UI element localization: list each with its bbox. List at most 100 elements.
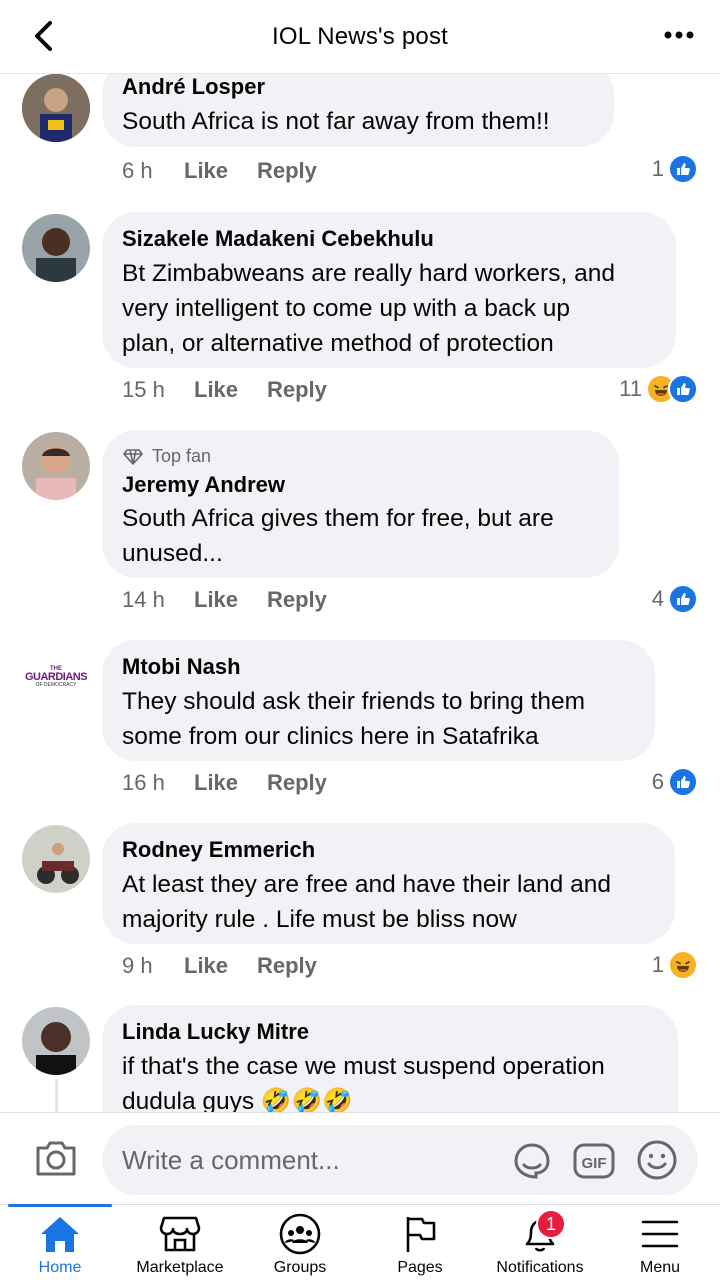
nav-label: Groups bbox=[273, 1259, 327, 1276]
comment-text: South Africa is not far away from them!! bbox=[122, 108, 550, 135]
smiley-icon bbox=[637, 1140, 677, 1180]
like-reaction-icon bbox=[668, 584, 698, 614]
comment-bubble: Mtobi Nash They should ask their friends… bbox=[102, 640, 655, 761]
like-button[interactable]: Like bbox=[194, 770, 267, 796]
nav-label: Marketplace bbox=[136, 1259, 224, 1276]
avatar[interactable] bbox=[22, 1007, 90, 1075]
comment-time: 6 h bbox=[122, 158, 153, 183]
reaction-summary[interactable]: 1 bbox=[652, 950, 698, 980]
avatar[interactable] bbox=[22, 432, 90, 500]
comment-bubble: Linda Lucky Mitre if that's the case we … bbox=[102, 1005, 678, 1112]
marketplace-icon bbox=[158, 1213, 202, 1255]
page-title: IOL News's post bbox=[271, 22, 449, 50]
bottom-navigation: Home Marketplace Groups Pages 1 Notifica… bbox=[0, 1204, 720, 1280]
comment-actions: 6 h Like Reply bbox=[122, 158, 317, 184]
reply-button[interactable]: Reply bbox=[257, 158, 317, 184]
active-tab-indicator bbox=[8, 1204, 112, 1207]
hamburger-menu-icon bbox=[638, 1213, 682, 1255]
more-dots-icon bbox=[664, 31, 694, 39]
camera-icon bbox=[36, 1141, 76, 1176]
comment-actions: 9 h Like Reply bbox=[122, 953, 317, 979]
nav-menu[interactable]: Menu bbox=[600, 1205, 720, 1280]
comment-time: 9 h bbox=[122, 953, 153, 978]
comment-input-placeholder: Write a comment... bbox=[122, 1145, 340, 1175]
comment-bubble: Top fan Jeremy Andrew South Africa gives… bbox=[102, 430, 619, 578]
chevron-left-icon bbox=[35, 21, 52, 51]
like-button[interactable]: Like bbox=[194, 377, 267, 403]
post-header: IOL News's post bbox=[0, 0, 720, 74]
reply-button[interactable]: Reply bbox=[267, 587, 327, 613]
commenter-name[interactable]: André Losper bbox=[122, 74, 265, 100]
commenter-name[interactable]: Sizakele Madakeni Cebekhulu bbox=[122, 226, 434, 252]
sticker-button[interactable] bbox=[510, 1139, 554, 1183]
comment-text: They should ask their friends to bring t… bbox=[122, 688, 586, 715]
nav-label: Pages bbox=[397, 1259, 443, 1276]
commenter-name[interactable]: Jeremy Andrew bbox=[122, 472, 285, 498]
comment-time: 14 h bbox=[122, 587, 165, 612]
commenter-name[interactable]: Rodney Emmerich bbox=[122, 837, 315, 863]
comment-composer: Write a comment... GIF bbox=[0, 1112, 720, 1204]
avatar[interactable]: THE GUARDIANS OF DEMOCRACY bbox=[22, 644, 90, 712]
comment-time: 15 h bbox=[122, 377, 165, 402]
pages-flag-icon bbox=[398, 1213, 442, 1255]
diamond-icon bbox=[123, 448, 143, 465]
back-button[interactable] bbox=[26, 18, 60, 54]
nav-notifications[interactable]: 1 Notifications bbox=[480, 1205, 600, 1280]
nav-groups[interactable]: Groups bbox=[240, 1205, 360, 1280]
top-fan-badge: Top fan bbox=[122, 446, 211, 467]
comment-text: plan, or alternative method of protectio… bbox=[122, 330, 554, 357]
like-reaction-icon bbox=[668, 767, 698, 797]
nav-home[interactable]: Home bbox=[0, 1204, 120, 1280]
comment-text: dudula guys 🤣🤣🤣 bbox=[122, 1088, 353, 1112]
avatar[interactable] bbox=[22, 214, 90, 282]
comment-input[interactable]: Write a comment... GIF bbox=[102, 1125, 698, 1195]
more-options-button[interactable] bbox=[664, 25, 694, 45]
reaction-count: 1 bbox=[651, 156, 664, 181]
gif-button[interactable]: GIF bbox=[572, 1141, 616, 1181]
comment-time: 16 h bbox=[122, 770, 165, 795]
sticker-icon bbox=[514, 1143, 550, 1179]
nav-label: Menu bbox=[639, 1259, 681, 1276]
like-button[interactable]: Like bbox=[194, 587, 267, 613]
comment-actions: 16 h Like Reply bbox=[122, 770, 327, 796]
svg-text:GIF: GIF bbox=[582, 1155, 607, 1172]
home-icon bbox=[38, 1213, 82, 1255]
notification-badge: 1 bbox=[536, 1209, 566, 1239]
emoji-button[interactable] bbox=[636, 1139, 678, 1181]
avatar[interactable] bbox=[22, 74, 90, 142]
comment-bubble: Rodney Emmerich At least they are free a… bbox=[102, 823, 675, 944]
comment-text: some from our clinics here in Satafrika bbox=[122, 723, 539, 750]
comment-text: very intelligent to come up with a back … bbox=[122, 295, 571, 322]
reaction-summary[interactable]: 1 bbox=[652, 154, 698, 184]
thread-line bbox=[55, 1079, 58, 1112]
comment-text: At least they are free and have their la… bbox=[122, 871, 611, 898]
reaction-count: 4 bbox=[651, 586, 664, 611]
avatar[interactable] bbox=[22, 825, 90, 893]
camera-button[interactable] bbox=[34, 1138, 78, 1178]
comment-actions: 15 h Like Reply bbox=[122, 377, 327, 403]
reaction-summary[interactable]: 11 bbox=[619, 374, 698, 404]
reply-button[interactable]: Reply bbox=[267, 377, 327, 403]
reaction-count: 1 bbox=[651, 952, 664, 977]
reply-button[interactable]: Reply bbox=[267, 770, 327, 796]
comment-text: if that's the case we must suspend opera… bbox=[122, 1053, 605, 1080]
like-button[interactable]: Like bbox=[184, 158, 257, 184]
reaction-count: 6 bbox=[651, 769, 664, 794]
comment-actions: 14 h Like Reply bbox=[122, 587, 327, 613]
comment-bubble: Sizakele Madakeni Cebekhulu Bt Zimbabwea… bbox=[102, 212, 676, 368]
like-button[interactable]: Like bbox=[184, 953, 257, 979]
groups-icon bbox=[278, 1213, 322, 1255]
reaction-summary[interactable]: 4 bbox=[652, 584, 698, 614]
haha-reaction-icon bbox=[668, 950, 698, 980]
comment-bubble: André Losper South Africa is not far awa… bbox=[102, 74, 614, 147]
nav-label: Notifications bbox=[496, 1259, 584, 1276]
reaction-summary[interactable]: 6 bbox=[652, 767, 698, 797]
like-reaction-icon bbox=[668, 374, 698, 404]
nav-marketplace[interactable]: Marketplace bbox=[120, 1205, 240, 1280]
commenter-name[interactable]: Mtobi Nash bbox=[122, 654, 241, 680]
comment-text: unused... bbox=[122, 540, 223, 567]
guardians-logo: THE GUARDIANS OF DEMOCRACY bbox=[24, 666, 88, 688]
nav-pages[interactable]: Pages bbox=[360, 1205, 480, 1280]
reply-button[interactable]: Reply bbox=[257, 953, 317, 979]
commenter-name[interactable]: Linda Lucky Mitre bbox=[122, 1019, 309, 1045]
